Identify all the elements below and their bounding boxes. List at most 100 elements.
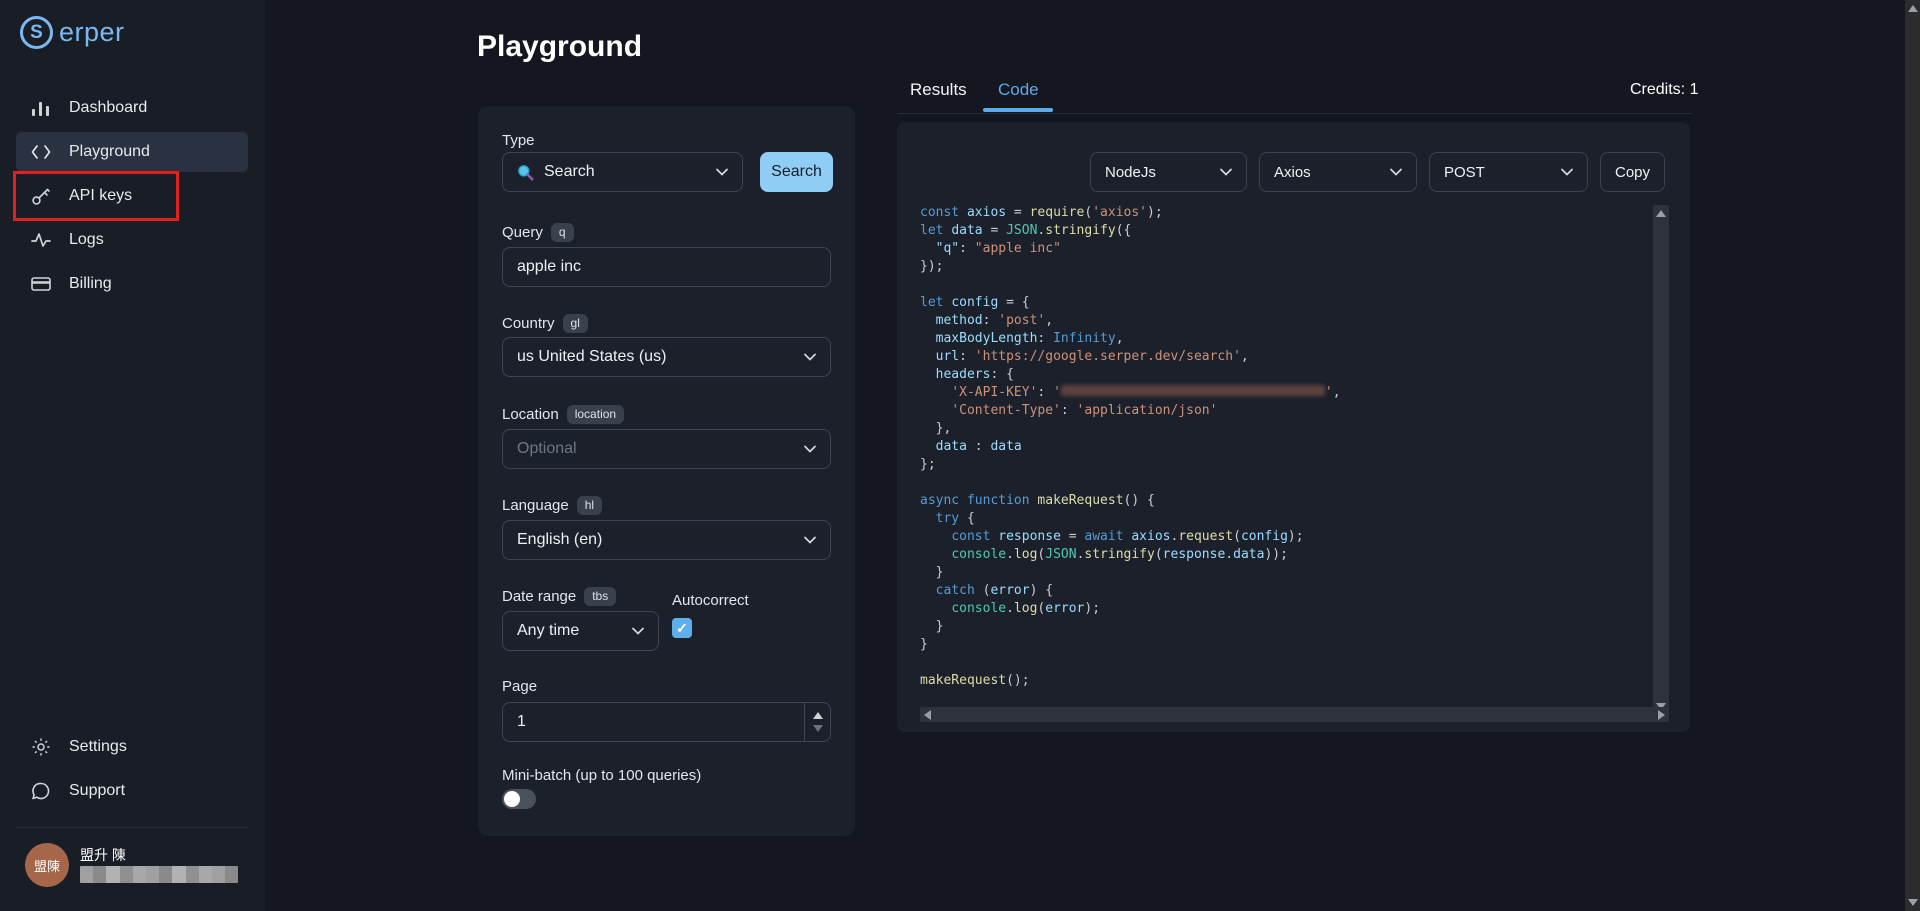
scroll-left-icon[interactable] bbox=[924, 710, 931, 720]
code-line: }); bbox=[920, 258, 1341, 276]
page-number-input[interactable]: 1 bbox=[502, 702, 831, 742]
scroll-up-icon[interactable] bbox=[1656, 210, 1666, 217]
code-line: data : data bbox=[920, 438, 1341, 456]
page-label: Page bbox=[502, 678, 537, 695]
search-button[interactable]: Search bbox=[760, 152, 833, 192]
page-scroll-down-icon[interactable] bbox=[1908, 899, 1918, 906]
chevron-down-icon bbox=[716, 168, 728, 176]
code-line: headers: { bbox=[920, 366, 1341, 384]
sidebar-item-label: Settings bbox=[69, 738, 127, 756]
bar-chart-icon bbox=[30, 97, 52, 119]
page-title: Playground bbox=[477, 30, 642, 64]
sidebar-item-label: Billing bbox=[69, 275, 112, 293]
code-line: 'X-API-KEY': '', bbox=[920, 384, 1341, 402]
code-line: }, bbox=[920, 420, 1341, 438]
library-select[interactable]: Axios bbox=[1259, 152, 1417, 192]
code-line: method: 'post', bbox=[920, 312, 1341, 330]
tab-results[interactable]: Results bbox=[910, 80, 967, 100]
code-line: makeRequest(); bbox=[920, 672, 1341, 690]
location-param-badge: location bbox=[567, 405, 624, 424]
sidebar: S erper Dashboard Playground API keys Lo… bbox=[0, 0, 265, 911]
page-scroll-up-icon[interactable] bbox=[1908, 5, 1918, 12]
autocorrect-checkbox[interactable]: ✓ bbox=[672, 618, 692, 638]
code-line: try { bbox=[920, 510, 1341, 528]
stepper-up-icon[interactable] bbox=[813, 712, 823, 719]
sidebar-item-playground[interactable]: Playground bbox=[16, 132, 248, 172]
code-line: let config = { bbox=[920, 294, 1341, 312]
chevron-down-icon bbox=[1390, 168, 1402, 176]
date-range-select[interactable]: Any time bbox=[502, 611, 659, 651]
toggle-knob bbox=[504, 791, 520, 807]
activity-icon bbox=[30, 229, 52, 251]
sidebar-item-billing[interactable]: Billing bbox=[16, 264, 248, 304]
http-method-select[interactable]: POST bbox=[1429, 152, 1588, 192]
sidebar-item-dashboard[interactable]: Dashboard bbox=[16, 88, 248, 128]
serper-logo-text: erper bbox=[59, 17, 125, 48]
code-panel: NodeJs Axios POST Copy const axios = req… bbox=[897, 122, 1690, 732]
sidebar-item-label: Logs bbox=[69, 231, 104, 249]
language-select[interactable]: English (en) bbox=[502, 520, 831, 560]
code-line: const response = await axios.request(con… bbox=[920, 528, 1341, 546]
user-name: 盟升 陳 bbox=[80, 845, 126, 865]
code-line: console.log(JSON.stringify(response.data… bbox=[920, 546, 1341, 564]
location-select[interactable]: Optional bbox=[502, 429, 831, 469]
tab-strip-border bbox=[897, 113, 1692, 114]
copy-button[interactable]: Copy bbox=[1600, 152, 1665, 192]
code-line: const axios = require('axios'); bbox=[920, 204, 1341, 222]
code-toolbar: NodeJs Axios POST Copy bbox=[1090, 152, 1665, 192]
query-input[interactable] bbox=[502, 247, 831, 287]
redacted-user-email bbox=[80, 866, 238, 883]
search-form-card: Type Search Search Queryq Countrygl us U… bbox=[478, 106, 855, 836]
code-line: } bbox=[920, 564, 1341, 582]
code-line bbox=[920, 654, 1341, 672]
chevron-down-icon bbox=[632, 627, 644, 635]
language-label: Languagehl bbox=[502, 496, 602, 515]
type-label: Type bbox=[502, 132, 535, 149]
code-vertical-scrollbar[interactable] bbox=[1653, 205, 1669, 715]
sidebar-item-label: Playground bbox=[69, 143, 150, 161]
serper-playground-app: { "sidebar": { "logo": { "letter": "S", … bbox=[0, 0, 1920, 911]
serper-logo[interactable]: S erper bbox=[20, 16, 125, 49]
tab-code[interactable]: Code bbox=[998, 80, 1039, 100]
sidebar-item-label: Support bbox=[69, 782, 125, 800]
code-line: "q": "apple inc" bbox=[920, 240, 1341, 258]
code-line: url: 'https://google.serper.dev/search', bbox=[920, 348, 1341, 366]
query-param-badge: q bbox=[551, 223, 574, 242]
mini-batch-toggle[interactable] bbox=[502, 789, 536, 809]
redacted-api-key bbox=[1061, 385, 1325, 396]
code-line: }; bbox=[920, 456, 1341, 474]
type-select[interactable]: Search bbox=[502, 152, 743, 192]
code-line bbox=[920, 474, 1341, 492]
chevron-down-icon bbox=[804, 353, 816, 361]
country-select[interactable]: us United States (us) bbox=[502, 337, 831, 377]
page-scrollbar[interactable] bbox=[1905, 0, 1920, 911]
check-icon: ✓ bbox=[676, 620, 688, 637]
code-horizontal-scrollbar[interactable] bbox=[920, 707, 1669, 722]
chevron-down-icon bbox=[1220, 168, 1232, 176]
chevron-down-icon bbox=[804, 445, 816, 453]
code-editor: const axios = require('axios');let data … bbox=[920, 204, 1341, 690]
stepper-down-icon[interactable] bbox=[813, 725, 823, 732]
code-line: maxBodyLength: Infinity, bbox=[920, 330, 1341, 348]
code-line bbox=[920, 276, 1341, 294]
chevron-down-icon bbox=[804, 536, 816, 544]
date-range-param-badge: tbs bbox=[584, 587, 616, 606]
sidebar-divider bbox=[16, 827, 249, 828]
runtime-select[interactable]: NodeJs bbox=[1090, 152, 1247, 192]
query-label: Queryq bbox=[502, 223, 574, 242]
annotation-box-api-keys bbox=[13, 171, 179, 221]
code-line: } bbox=[920, 618, 1341, 636]
sidebar-item-logs[interactable]: Logs bbox=[16, 220, 248, 260]
gear-icon bbox=[30, 736, 52, 758]
chat-bubble-icon bbox=[30, 780, 52, 802]
code-brackets-icon bbox=[30, 141, 52, 163]
scroll-right-icon[interactable] bbox=[1658, 710, 1665, 720]
sidebar-item-support[interactable]: Support bbox=[16, 771, 248, 811]
country-param-badge: gl bbox=[563, 314, 588, 333]
chevron-down-icon bbox=[1561, 168, 1573, 176]
code-line: console.log(error); bbox=[920, 600, 1341, 618]
sidebar-item-settings[interactable]: Settings bbox=[16, 727, 248, 767]
serper-logo-icon: S bbox=[20, 16, 53, 49]
country-label: Countrygl bbox=[502, 314, 588, 333]
number-stepper bbox=[804, 703, 830, 741]
